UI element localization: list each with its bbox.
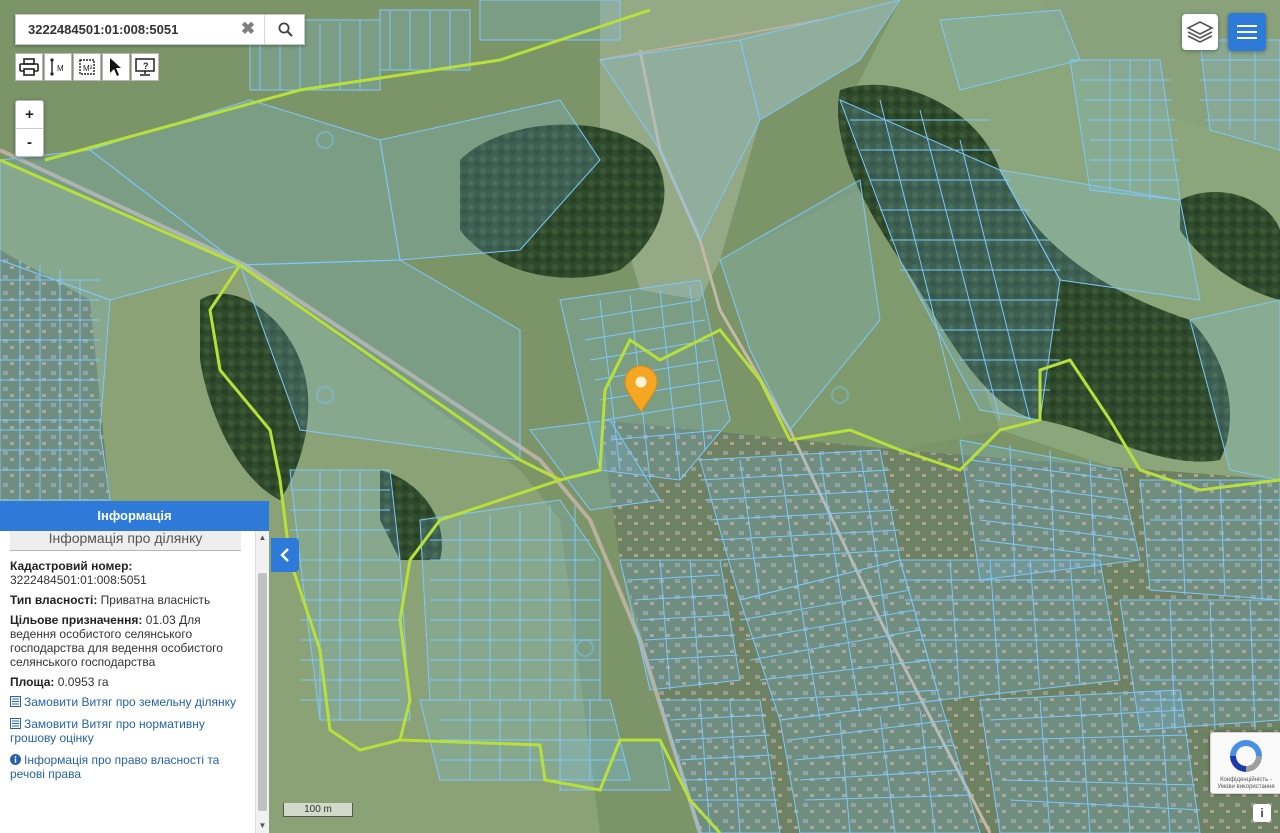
- measure-area-icon: M²: [79, 59, 95, 75]
- document-icon: [10, 718, 21, 729]
- order-valuation-extract-link[interactable]: Замовити Витяг про нормативну грошову оц…: [10, 717, 243, 745]
- menu-button[interactable]: [1228, 13, 1266, 51]
- panel-scrollbar[interactable]: ▲ ▼: [255, 531, 269, 833]
- clear-icon[interactable]: ✖: [238, 19, 258, 39]
- print-button[interactable]: [15, 53, 43, 81]
- scroll-down-arrow-icon[interactable]: ▼: [256, 819, 269, 833]
- info-screen-icon: ?: [135, 58, 155, 76]
- chevron-left-icon: [280, 548, 289, 562]
- search-icon: [278, 22, 293, 37]
- layers-button[interactable]: [1182, 14, 1218, 50]
- zoom-in-button[interactable]: +: [16, 101, 43, 128]
- search-divider: [264, 15, 265, 44]
- panel-header: Інформація: [0, 501, 269, 531]
- order-land-extract-link[interactable]: Замовити Витяг про земельну ділянку: [10, 695, 243, 709]
- map-info-icon[interactable]: i: [1253, 804, 1271, 822]
- area-label: Площа:: [10, 675, 55, 689]
- measure-distance-icon: M: [50, 58, 64, 76]
- order-land-extract-label: Замовити Витяг про земельну ділянку: [24, 695, 237, 709]
- ownership-rights-info-link[interactable]: Інформація про право власності та речові…: [10, 753, 243, 781]
- search-bar: ✖: [15, 14, 305, 45]
- recaptcha-badge[interactable]: Конфіденційність - Умови використання: [1210, 732, 1280, 794]
- purpose-row: Цільове призначення: 01.03 Для ведення о…: [10, 613, 243, 669]
- pointer-button[interactable]: [102, 53, 130, 81]
- document-icon: [10, 696, 21, 707]
- zoom-out-button[interactable]: -: [16, 129, 43, 156]
- svg-text:?: ?: [143, 61, 149, 71]
- cadastral-value: 3222484501:01:008:5051: [10, 573, 147, 587]
- cadastral-row: Кадастровий номер: 3222484501:01:008:505…: [10, 559, 243, 587]
- search-button[interactable]: [266, 15, 304, 44]
- cadastral-label: Кадастровий номер:: [10, 559, 133, 573]
- parcel-info: Кадастровий номер: 3222484501:01:008:505…: [0, 551, 255, 781]
- scroll-thumb[interactable]: [258, 573, 267, 811]
- print-icon: [19, 58, 39, 76]
- area-value: 0.0953 га: [57, 675, 109, 689]
- panel-subtitle: Інформація про ділянку: [10, 531, 241, 551]
- zoom-control: + -: [15, 100, 44, 157]
- measure-distance-button[interactable]: M: [44, 53, 72, 81]
- info-panel: Інформація Інформація про ділянку Кадаст…: [0, 501, 269, 833]
- scale-bar: 100 m: [283, 803, 353, 817]
- collapse-panel-button[interactable]: [271, 538, 299, 572]
- pointer-icon: [110, 58, 121, 76]
- purpose-label: Цільове призначення:: [10, 613, 143, 627]
- ownership-label: Тип власності:: [10, 593, 98, 607]
- search-input[interactable]: [16, 15, 248, 44]
- info-screen-button[interactable]: ?: [131, 53, 159, 81]
- area-label: M²: [83, 64, 93, 73]
- order-valuation-extract-label: Замовити Витяг про нормативну грошову оц…: [10, 717, 205, 745]
- info-circle-icon: [10, 754, 21, 765]
- map-toolbar: M M² ?: [15, 53, 160, 81]
- ownership-rights-info-label: Інформація про право власності та речові…: [10, 753, 220, 781]
- hamburger-menu-icon: [1237, 25, 1257, 39]
- ownership-row: Тип власності: Приватна власність: [10, 593, 243, 607]
- measure-label: M: [57, 64, 64, 73]
- area-row: Площа: 0.0953 га: [10, 675, 243, 689]
- recaptcha-text[interactable]: Конфіденційність - Умови використання: [1211, 777, 1280, 791]
- panel-body: Інформація про ділянку Кадастровий номер…: [0, 531, 255, 833]
- ownership-value: Приватна власність: [100, 593, 211, 607]
- scroll-up-arrow-icon[interactable]: ▲: [256, 531, 269, 545]
- layers-icon: [1186, 21, 1214, 43]
- recaptcha-logo-icon: [1230, 740, 1262, 772]
- measure-area-button[interactable]: M²: [73, 53, 101, 81]
